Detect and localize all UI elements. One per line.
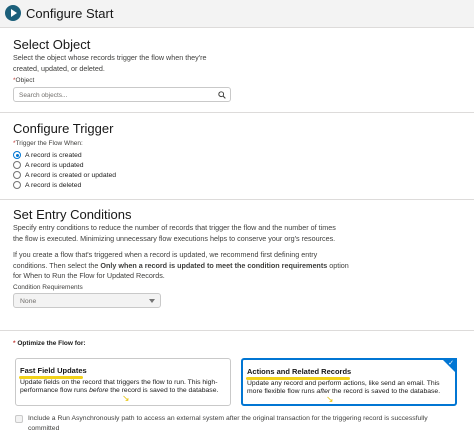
chevron-down-icon[interactable] [149,299,155,303]
card-description: Update any record and perform actions, l… [247,380,453,396]
section-divider [0,112,474,113]
sparkle-icon: ↘ [122,393,130,403]
configure-trigger-heading: Configure Trigger [13,121,114,136]
radio-option-updated[interactable]: A record is updated [13,160,84,170]
desc-text: the record is saved to the database. [330,388,441,396]
search-icon[interactable] [218,91,226,99]
object-search-input[interactable] [19,90,209,100]
object-search-box[interactable] [13,87,231,102]
radio-label[interactable]: A record is deleted [25,182,81,189]
sparkle-icon: ↘ [326,394,334,404]
radio-label[interactable]: A record is created [25,152,82,159]
optimize-label: * Optimize the Flow for: [13,340,86,347]
condition-requirements-label: Condition Requirements [13,284,83,291]
trigger-label-text: Trigger the Flow When: [15,140,83,147]
radio-button[interactable] [13,181,21,189]
entry-conditions-description: Specify entry conditions to reduce the n… [13,223,336,243]
radio-button[interactable] [13,171,21,179]
modal-header: Configure Start [0,0,474,28]
radio-option-created-or-updated[interactable]: A record is created or updated [13,170,116,180]
desc-emphasis: before [89,387,109,395]
section-divider [0,330,474,331]
radio-option-created[interactable]: A record is created [13,150,82,160]
card-title[interactable]: Actions and Related Records [247,367,351,376]
section-divider [0,199,474,200]
play-icon [5,5,21,21]
radio-label[interactable]: A record is created or updated [25,172,116,179]
radio-option-deleted[interactable]: A record is deleted [13,180,81,190]
select-value[interactable]: None [20,298,36,305]
select-object-heading: Select Object [13,37,91,52]
trigger-field-label: *Trigger the Flow When: [13,140,83,147]
radio-button[interactable] [13,151,21,159]
actions-related-records-card[interactable]: Actions and Related Records Update any r… [241,358,457,406]
radio-button[interactable] [13,161,21,169]
required-marker: * [13,340,16,347]
condition-requirements-select[interactable]: None [13,293,161,308]
entry-conditions-note: If you create a flow that's triggered wh… [13,250,353,282]
object-label-text: Object [15,77,35,84]
run-async-checkbox[interactable] [15,415,23,423]
select-object-description: Select the object whose records trigger … [13,53,207,73]
page-title: Configure Start [26,6,114,21]
object-field-label: *Object [13,77,34,84]
note-bold-text: Only when a record is updated to meet th… [100,260,328,270]
entry-conditions-heading: Set Entry Conditions [13,207,132,222]
check-icon: ✓ [448,360,454,367]
card-title[interactable]: Fast Field Updates [20,366,87,375]
run-async-label[interactable]: Include a Run Asynchronously path to acc… [28,414,448,434]
radio-label[interactable]: A record is updated [25,162,84,169]
optimize-label-text: Optimize the Flow for: [17,340,86,347]
fast-field-updates-card[interactable]: Fast Field Updates Update fields on the … [15,358,231,406]
